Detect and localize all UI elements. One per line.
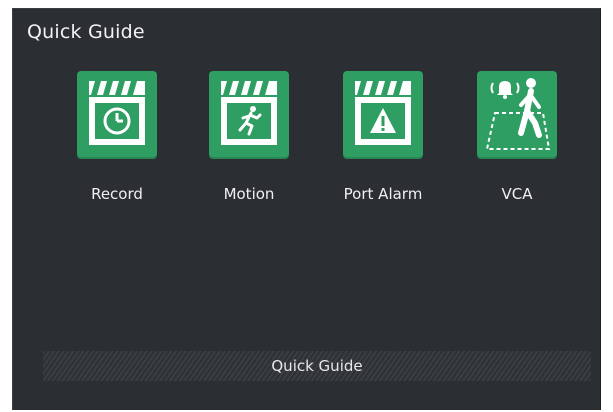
motion-tile[interactable] [209, 71, 289, 159]
quick-guide-window: Quick Guide Record Motion Port Alarm VCA… [12, 8, 601, 410]
port-alarm-label: Port Alarm [343, 185, 423, 203]
vca-label: VCA [501, 185, 533, 203]
guide-item-record[interactable]: Record [55, 71, 175, 211]
clapper-clock-icon [89, 81, 145, 145]
quick-guide-footer-bar[interactable]: Quick Guide [43, 351, 591, 381]
footer-label: Quick Guide [271, 357, 363, 375]
vca-tile[interactable] [477, 71, 557, 159]
port-alarm-tile[interactable] [343, 71, 423, 159]
person-alarm-zone-icon [485, 78, 551, 150]
record-tile[interactable] [77, 71, 157, 159]
guide-item-motion[interactable]: Motion [187, 71, 307, 211]
window-title: Quick Guide [27, 21, 145, 43]
clapper-running-person-icon [221, 81, 277, 145]
guide-item-port-alarm[interactable]: Port Alarm [321, 71, 441, 211]
clapper-warning-icon [355, 81, 411, 145]
record-label: Record [91, 185, 143, 203]
guide-item-vca[interactable]: VCA [455, 71, 575, 211]
motion-label: Motion [223, 185, 275, 203]
